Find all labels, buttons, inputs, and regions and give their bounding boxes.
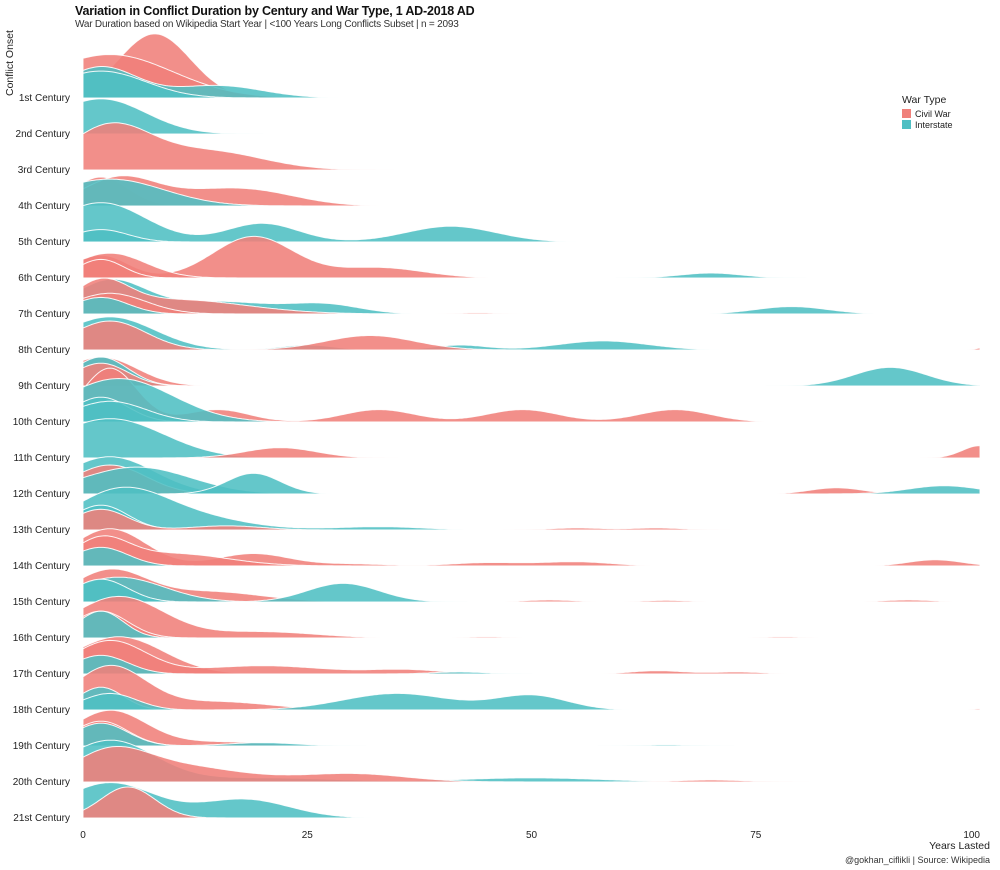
y-tick-label: 19th Century	[13, 741, 70, 752]
ridge-10	[82, 367, 980, 423]
ridge-5	[82, 202, 980, 243]
density-interstate-11-0	[82, 418, 980, 459]
density-civil-3-0	[82, 122, 980, 171]
legend: War Type Civil War Interstate	[902, 94, 953, 130]
y-tick-label: 13th Century	[13, 525, 70, 536]
density-civil-4-1	[82, 175, 980, 207]
ridge-3	[82, 122, 980, 171]
y-tick-label: 10th Century	[13, 417, 70, 428]
y-tick-label: 2nd Century	[16, 129, 70, 140]
ridge-2	[82, 98, 980, 135]
density-civil-6-0	[82, 235, 980, 279]
ridge-4	[82, 175, 980, 207]
legend-swatch-civil-war	[902, 109, 911, 118]
y-tick-label: 11th Century	[13, 453, 70, 464]
x-tick-label: 50	[526, 830, 538, 841]
ridge-11	[82, 418, 981, 459]
ridge-12	[82, 456, 981, 495]
y-tick-label: 8th Century	[18, 345, 70, 356]
y-tick-label: 6th Century	[18, 273, 70, 284]
y-tick-label: 5th Century	[18, 237, 70, 248]
ridge-21	[82, 782, 980, 819]
y-tick-label: 12th Century	[13, 489, 70, 500]
legend-label-interstate: Interstate	[915, 119, 953, 130]
x-tick-label: 75	[750, 830, 762, 841]
ridge-16	[82, 595, 980, 639]
ridge-9	[82, 356, 981, 387]
ridgeline-plot: 1st Century 2nd Century 3rd Century 4th Cen…	[13, 33, 981, 841]
y-tick-labels: 1st Century 2nd Century 3rd Century 4th Cen…	[13, 93, 70, 824]
density-interstate-8-0	[82, 316, 980, 351]
y-tick-label: 20th Century	[13, 777, 70, 788]
density-interstate-1-2	[82, 66, 980, 99]
legend-item-interstate: Interstate	[902, 119, 953, 130]
density-interstate-2-0	[82, 98, 980, 135]
y-tick-label: 3rd Century	[18, 165, 70, 176]
ridge-1	[82, 33, 980, 99]
x-tick-labels: 0 25 50 75 100	[80, 830, 980, 841]
density-civil-15-0	[82, 568, 981, 603]
legend-swatch-interstate	[902, 120, 911, 129]
density-civil-19-0	[82, 709, 980, 747]
ridge-17	[82, 636, 980, 675]
x-tick-label: 0	[80, 830, 86, 841]
density-civil-16-0	[82, 595, 980, 639]
ridge-15	[82, 568, 981, 603]
density-civil-14-1	[82, 535, 980, 567]
density-civil-20-1	[82, 746, 980, 783]
y-tick-label: 15th Century	[13, 597, 70, 608]
caption: @gokhan_ciflikli | Source: Wikipedia	[844, 855, 990, 865]
y-tick-label: 17th Century	[13, 669, 70, 680]
ridge-7	[82, 277, 980, 315]
y-tick-label: 16th Century	[13, 633, 70, 644]
legend-item-civil-war: Civil War	[902, 108, 953, 119]
y-tick-label: 14th Century	[13, 561, 70, 572]
density-civil-8-1	[82, 320, 981, 351]
ridges-layer	[82, 33, 981, 819]
density-civil-11-1	[83, 445, 981, 459]
y-tick-label: 9th Century	[18, 381, 70, 392]
density-interstate-21-0	[82, 782, 980, 819]
x-axis-label: Years Lasted	[929, 840, 990, 852]
x-tick-label: 25	[302, 830, 314, 841]
ridge-14	[82, 528, 981, 567]
y-tick-label: 21st Century	[13, 813, 70, 824]
density-interstate-9-3	[83, 366, 981, 387]
legend-label-civil-war: Civil War	[915, 108, 951, 119]
y-tick-label: 7th Century	[18, 309, 70, 320]
y-tick-label: 4th Century	[18, 201, 70, 212]
density-interstate-5-0	[82, 202, 980, 243]
y-tick-label: 18th Century	[13, 705, 70, 716]
y-tick-label: 1st Century	[19, 93, 70, 104]
density-civil-17-1	[82, 639, 980, 675]
ridge-19	[82, 709, 980, 747]
density-civil-7-1	[82, 277, 980, 315]
ridge-8	[82, 316, 981, 351]
legend-title: War Type	[902, 94, 947, 106]
ridge-6	[82, 235, 980, 279]
